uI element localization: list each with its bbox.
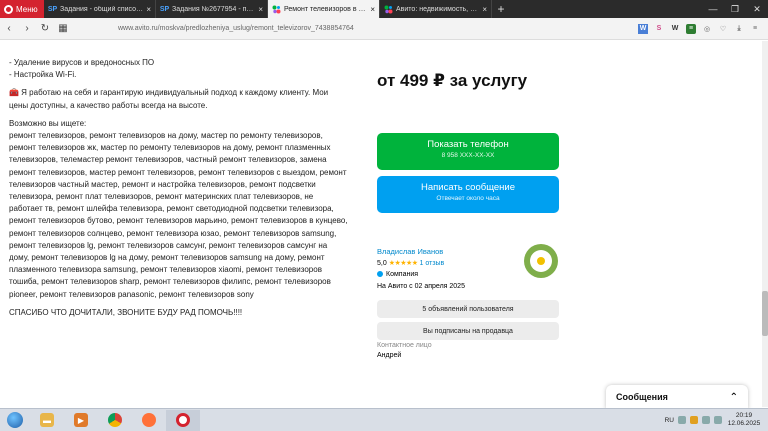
tab-2[interactable]: SP Задания №2677954 - про... × bbox=[156, 0, 268, 18]
chrome-icon bbox=[108, 413, 122, 427]
taskbar-chrome[interactable] bbox=[98, 410, 132, 431]
heart-icon[interactable]: ♡ bbox=[718, 24, 728, 34]
firefox-icon bbox=[142, 413, 156, 427]
chevron-up-icon[interactable]: ⌃ bbox=[730, 392, 738, 403]
tab-3-active[interactable]: Ремонт телевизоров в М... × bbox=[268, 0, 380, 18]
opera-menu-button[interactable]: Меню bbox=[0, 0, 44, 18]
show-phone-button[interactable]: Показать телефон 8 958 XXX-XX-XX bbox=[377, 133, 559, 170]
phone-masked: 8 958 XXX-XX-XX bbox=[441, 152, 495, 159]
tab-close-icon[interactable]: × bbox=[370, 5, 375, 14]
seller-avatar[interactable] bbox=[524, 244, 558, 278]
taskbar-firefox[interactable] bbox=[132, 410, 166, 431]
closing-text: СПАСИБО ЧТО ДОЧИТАЛИ, ЗВОНИТЕ БУДУ РАД П… bbox=[9, 307, 243, 317]
extensions-area: W S W ≡ ◎ ♡ ⤓ ≡ bbox=[638, 23, 760, 34]
bullet-item: - Настройка Wi-Fi. bbox=[9, 70, 77, 80]
approach-text: 🧰 Я работаю на себя и гарантирую индивид… bbox=[9, 88, 329, 110]
contact-name: Андрей bbox=[377, 352, 402, 359]
w-extension-icon[interactable]: W bbox=[670, 24, 680, 34]
bullet-list: - Удаление вирусов и вредоносных ПО - На… bbox=[9, 57, 349, 81]
new-tab-button[interactable]: + bbox=[492, 0, 510, 18]
w-extension-icon[interactable]: W bbox=[638, 23, 648, 34]
tab-title: Задания - общий список ... bbox=[60, 5, 144, 13]
sp-favicon-icon: SP bbox=[159, 5, 170, 13]
opera-icon bbox=[176, 413, 190, 427]
tab-title: Задания №2677954 - про... bbox=[172, 5, 256, 13]
avito-icon bbox=[384, 5, 393, 14]
verified-badge-icon bbox=[377, 271, 383, 278]
write-message-button[interactable]: Написать сообщение Отвечает около часа bbox=[377, 176, 559, 213]
user-ads-button[interactable]: 5 объявлений пользователя bbox=[377, 300, 559, 318]
tab-4[interactable]: Авито: недвижимость, тра... × bbox=[380, 0, 492, 18]
show-phone-label: Показать телефон bbox=[427, 139, 509, 150]
sp-extension-icon[interactable]: S bbox=[654, 24, 664, 34]
seller-type: Компания bbox=[386, 271, 419, 278]
bullet-item: - Удаление вирусов и вредоносных ПО bbox=[9, 58, 155, 67]
tab-close-icon[interactable]: × bbox=[258, 5, 263, 14]
write-message-label: Написать сообщение bbox=[420, 182, 516, 193]
scrollbar-thumb[interactable] bbox=[762, 291, 768, 336]
sp-favicon-icon: SP bbox=[47, 5, 58, 13]
tab-1[interactable]: SP Задания - общий список ... × bbox=[44, 0, 156, 18]
minimize-icon[interactable]: — bbox=[702, 0, 724, 18]
rating-value: 5,0 bbox=[377, 259, 387, 267]
clock[interactable]: 20:19 12.06.2025 bbox=[726, 412, 762, 428]
tray-app-icon[interactable] bbox=[678, 416, 686, 424]
folder-icon: ▬ bbox=[40, 413, 54, 427]
windows-taskbar: ▬ ▶ RU 20:19 12.06.2025 bbox=[0, 408, 768, 431]
seller-since: На Авито с 02 апреля 2025 bbox=[377, 282, 465, 290]
address-bar: ‹ › ↻ ▦ www.avito.ru/moskva/predlozheniy… bbox=[0, 18, 768, 40]
volume-icon[interactable] bbox=[714, 416, 722, 424]
daisy-center bbox=[537, 257, 545, 265]
browser-tab-bar: Меню SP Задания - общий список ... × SP … bbox=[0, 0, 768, 18]
avito-icon bbox=[272, 5, 281, 14]
forward-icon[interactable]: › bbox=[18, 23, 36, 34]
window-controls: — ❐ ✕ bbox=[702, 0, 768, 18]
language-indicator[interactable]: RU bbox=[665, 417, 674, 424]
taskbar-explorer[interactable]: ▬ bbox=[30, 410, 64, 431]
search-heading: Возможно вы ищете: bbox=[9, 118, 87, 128]
taskbar-opera[interactable] bbox=[166, 409, 200, 431]
start-button[interactable] bbox=[0, 410, 30, 431]
price: от 499 ₽ за услугу bbox=[377, 71, 528, 90]
messages-title: Сообщения bbox=[616, 392, 668, 402]
rating-stars-icon: ★★★★★ bbox=[388, 259, 418, 267]
clock-time: 20:19 bbox=[735, 412, 753, 419]
reviews-link[interactable]: 1 отзыв bbox=[420, 260, 445, 267]
close-window-icon[interactable]: ✕ bbox=[746, 0, 768, 18]
menu-icon[interactable]: ≡ bbox=[750, 24, 760, 34]
tray-app-icon[interactable] bbox=[690, 416, 698, 424]
response-time: Отвечает около часа bbox=[436, 195, 500, 202]
contact-label: Контактное лицо bbox=[377, 342, 432, 349]
extension-icon[interactable]: ≡ bbox=[686, 23, 696, 34]
tab-title: Авито: недвижимость, тра... bbox=[396, 5, 480, 13]
grid-icon[interactable]: ▦ bbox=[54, 23, 72, 34]
messages-panel[interactable]: Сообщения ⌃ bbox=[606, 385, 748, 409]
media-player-icon: ▶ bbox=[74, 413, 88, 427]
url-field[interactable]: www.avito.ru/moskva/predlozheniya_uslug/… bbox=[118, 25, 638, 32]
system-tray: RU 20:19 12.06.2025 bbox=[665, 412, 768, 428]
clock-date: 12.06.2025 bbox=[727, 420, 761, 427]
description-column: - Удаление вирусов и вредоносных ПО - На… bbox=[9, 57, 349, 325]
download-icon[interactable]: ⤓ bbox=[734, 24, 744, 34]
back-icon[interactable]: ‹ bbox=[0, 23, 18, 34]
network-icon[interactable] bbox=[702, 416, 710, 424]
windows-logo-icon bbox=[7, 412, 23, 428]
reload-icon[interactable]: ↻ bbox=[36, 23, 54, 34]
subscribed-button[interactable]: Вы подписаны на продавца bbox=[377, 322, 559, 340]
tab-title: Ремонт телевизоров в М... bbox=[284, 5, 368, 13]
maximize-icon[interactable]: ❐ bbox=[724, 0, 746, 18]
taskbar-media-player[interactable]: ▶ bbox=[64, 410, 98, 431]
camera-icon[interactable]: ◎ bbox=[702, 24, 712, 34]
opera-logo-icon bbox=[4, 4, 13, 14]
page-content: - Удаление вирусов и вредоносных ПО - На… bbox=[0, 41, 762, 407]
tab-close-icon[interactable]: × bbox=[482, 5, 487, 14]
search-terms-text: ремонт телевизоров, ремонт телевизоров н… bbox=[9, 131, 348, 299]
page-scrollbar[interactable] bbox=[762, 41, 768, 407]
menu-label: Меню bbox=[16, 4, 38, 14]
contact-person: Контактное лицо Андрей bbox=[377, 341, 432, 361]
tab-close-icon[interactable]: × bbox=[146, 5, 151, 14]
